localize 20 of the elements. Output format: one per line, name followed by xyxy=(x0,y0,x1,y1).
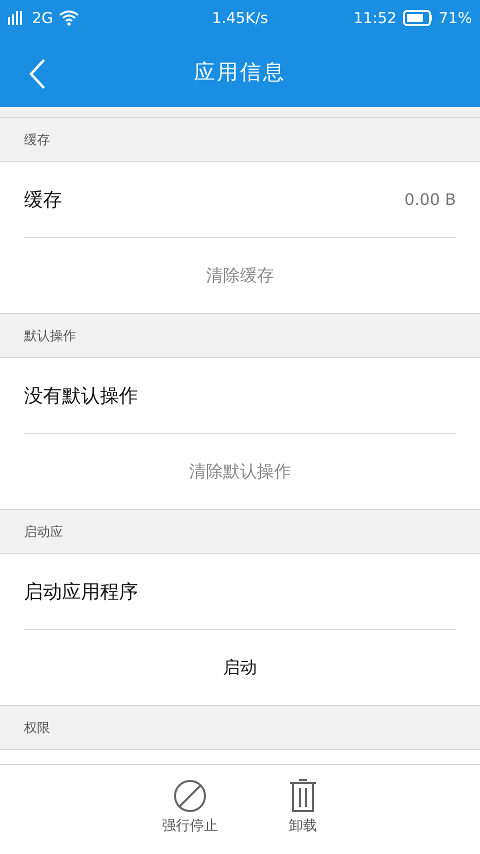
uninstall-button[interactable]: 卸载 xyxy=(288,779,318,843)
network-type: 2G xyxy=(32,9,54,27)
battery-icon xyxy=(402,10,433,26)
row-label: 启动应用程序 xyxy=(24,580,138,604)
force-stop-button[interactable]: 强行停止 xyxy=(162,779,218,843)
network-speed: 1.45K/s xyxy=(212,9,268,27)
row-label: 没有默认操作 xyxy=(24,384,138,408)
wifi-icon xyxy=(59,10,80,26)
row-value: 0.00 B xyxy=(404,190,456,209)
action-button[interactable]: 启动 xyxy=(217,655,263,680)
section-title: 启动应 xyxy=(24,524,63,540)
prohibited-icon xyxy=(173,779,207,813)
section-title: 缓存 xyxy=(24,132,50,148)
section-title: 默认操作 xyxy=(24,328,76,344)
clock: 11:52 xyxy=(353,9,397,27)
trash-icon xyxy=(288,779,318,813)
row-label: 缓存 xyxy=(24,188,62,212)
page-title: 应用信息 xyxy=(194,58,286,86)
battery-percent: 71% xyxy=(438,9,472,27)
section-title: 权限 xyxy=(24,720,50,736)
